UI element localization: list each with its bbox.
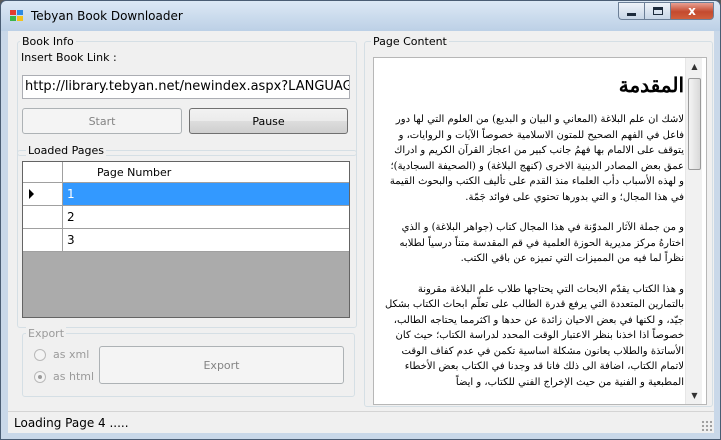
page-content-paragraph: لاشك ان علم البلاغة (المعاني و البيان و … xyxy=(389,114,684,203)
export-title: Export xyxy=(26,327,67,340)
page-content-heading: المقدمة xyxy=(618,73,684,97)
grid-header: Page Number xyxy=(23,162,349,183)
start-button[interactable]: Start xyxy=(22,108,182,134)
minimize-icon xyxy=(627,12,636,16)
minimize-button[interactable] xyxy=(618,2,644,20)
scroll-thumb[interactable] xyxy=(688,78,701,170)
client-area: Book Info Insert Book Link : http://libr… xyxy=(8,31,714,433)
page-number-cell[interactable]: 1 xyxy=(67,187,75,201)
export-button[interactable]: Export xyxy=(99,346,344,384)
close-icon: x xyxy=(688,4,696,18)
pause-button[interactable]: Pause xyxy=(189,108,348,134)
page-content-text: المقدمة لاشك ان علم البلاغة (المعاني و ا… xyxy=(384,58,684,404)
maximize-button[interactable] xyxy=(644,2,670,20)
page-number-cell[interactable]: 3 xyxy=(67,233,75,247)
book-info-title: Book Info xyxy=(20,35,76,48)
row-pointer-icon xyxy=(29,189,34,199)
window-title: Tebyan Book Downloader xyxy=(31,9,183,23)
grid-row-3[interactable]: 3 xyxy=(23,229,349,252)
scroll-up-arrow-icon[interactable]: ▲ xyxy=(686,58,703,75)
pages-grid[interactable]: Page Number 1 2 3 xyxy=(22,161,350,318)
close-button[interactable]: x xyxy=(670,2,714,20)
page-number-column-header[interactable]: Page Number xyxy=(97,166,171,179)
page-content-title: Page Content xyxy=(371,35,449,48)
size-grip-icon[interactable] xyxy=(701,420,712,431)
row-header[interactable] xyxy=(23,229,63,251)
app-icon[interactable] xyxy=(10,10,24,22)
page-content-paragraph: و هذا الكتاب يقدّم الابحاث التي يحتاجها … xyxy=(384,283,684,388)
grid-row-2[interactable]: 2 xyxy=(23,206,349,229)
maximize-icon xyxy=(652,7,663,15)
html-radio-label[interactable]: as html xyxy=(53,370,94,383)
window-controls: x xyxy=(618,2,714,20)
row-header[interactable] xyxy=(23,206,63,228)
main-window: Tebyan Book Downloader x Book Info Inser… xyxy=(0,0,721,440)
page-content-viewer[interactable]: المقدمة لاشك ان علم البلاغة (المعاني و ا… xyxy=(373,57,707,405)
book-link-label: Insert Book Link : xyxy=(21,51,117,64)
book-link-input[interactable]: http://library.tebyan.net/newindex.aspx?… xyxy=(22,75,350,99)
xml-radio-label[interactable]: as xml xyxy=(53,348,89,361)
row-header[interactable] xyxy=(23,183,63,205)
page-content-paragraph: و من جملة الآثار المدوّنة في هذا المجال … xyxy=(399,222,684,264)
title-bar[interactable]: Tebyan Book Downloader x xyxy=(1,1,720,31)
status-text: Loading Page 4 ..... xyxy=(14,416,129,430)
scroll-down-arrow-icon[interactable]: ▼ xyxy=(686,387,703,404)
status-bar: Loading Page 4 ..... xyxy=(8,411,714,433)
grid-row-1[interactable]: 1 xyxy=(23,183,349,206)
xml-radio[interactable] xyxy=(34,349,46,361)
html-radio[interactable] xyxy=(34,371,46,383)
page-content-scrollbar[interactable]: ▲ ▼ xyxy=(685,58,702,404)
grid-corner[interactable] xyxy=(23,162,63,182)
loaded-pages-title: Loaded Pages xyxy=(26,144,106,157)
page-number-cell[interactable]: 2 xyxy=(67,210,75,224)
